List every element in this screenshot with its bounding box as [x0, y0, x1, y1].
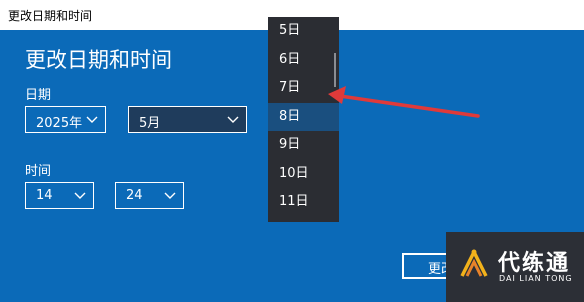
window-title: 更改日期和时间 — [8, 9, 93, 23]
month-select-value: 5月 — [139, 116, 161, 131]
day-option[interactable]: 11日 — [268, 188, 339, 217]
daliantong-logo-icon — [460, 249, 488, 277]
day-option[interactable]: 5日 — [268, 17, 339, 46]
watermark-subtitle: DAI LIAN TONG — [499, 274, 573, 283]
date-label: 日期 — [25, 88, 52, 103]
chevron-down-icon — [164, 192, 176, 199]
time-label: 时间 — [25, 164, 52, 179]
watermark-badge: 代练通 DAI LIAN TONG — [446, 232, 584, 302]
month-select[interactable]: 5月 — [128, 106, 247, 133]
dropdown-scrollbar[interactable] — [334, 53, 336, 87]
day-option[interactable]: 10日 — [268, 160, 339, 189]
minute-select[interactable]: 24 — [115, 182, 184, 209]
day-option[interactable]: 7日 — [268, 74, 339, 103]
minute-select-value: 24 — [126, 188, 143, 203]
day-option[interactable]: 6日 — [268, 46, 339, 75]
page-title: 更改日期和时间 — [25, 48, 172, 72]
hour-select-value: 14 — [36, 188, 53, 203]
chevron-down-icon — [74, 192, 86, 199]
chevron-down-icon — [227, 116, 239, 123]
watermark-brand: 代练通 — [498, 251, 571, 276]
day-dropdown-list[interactable]: 5日 6日 7日 8日 9日 10日 11日 — [268, 17, 339, 222]
year-select-value: 2025年 — [36, 116, 83, 131]
day-option-selected[interactable]: 8日 — [268, 102, 339, 131]
hour-select[interactable]: 14 — [25, 182, 94, 209]
year-select[interactable]: 2025年 — [25, 106, 106, 133]
day-option[interactable]: 9日 — [268, 131, 339, 160]
chevron-down-icon — [86, 116, 98, 123]
